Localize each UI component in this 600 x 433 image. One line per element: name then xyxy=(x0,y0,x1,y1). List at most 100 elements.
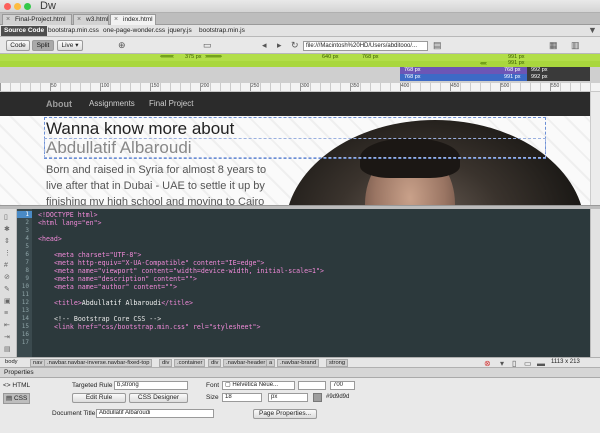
live-view-scrollbar[interactable] xyxy=(590,92,600,206)
targeted-rule-select[interactable]: b,strong xyxy=(114,381,188,390)
error-icon[interactable]: ⊗ xyxy=(484,359,491,368)
minimize-window-button[interactable] xyxy=(14,3,21,10)
ruler: 50 100 150 200 250 300 350 400 450 500 5… xyxy=(0,83,600,92)
size-unit-select[interactable]: px xyxy=(268,393,308,402)
mq-label[interactable]: 640 px xyxy=(322,54,339,61)
tag-crumb[interactable]: .navbar-header xyxy=(223,359,269,367)
live-view[interactable]: About Assignments Final Project Wanna kn… xyxy=(0,92,600,206)
tag-crumb[interactable]: strong xyxy=(326,359,349,367)
nav-link-final-project[interactable]: Final Project xyxy=(149,92,193,116)
visual-aids-icon[interactable]: ▦ xyxy=(549,41,558,50)
split-view-button[interactable]: Split xyxy=(32,40,54,51)
ruler-number: 50 xyxy=(51,83,57,89)
font-style-select[interactable] xyxy=(298,381,326,390)
close-tab-icon[interactable]: × xyxy=(6,15,10,25)
tab-final-project[interactable]: × Final-Project.html xyxy=(2,14,72,25)
line-number: 10 xyxy=(21,283,29,290)
page-subheading: Abdullatif Albaroudi xyxy=(46,138,192,157)
edit-rule-button[interactable]: Edit Rule xyxy=(72,393,126,403)
multiscreen-icon[interactable]: ▭ xyxy=(203,41,212,50)
tag-crumb[interactable]: body xyxy=(3,359,20,367)
media-query-badge[interactable]: 992 px xyxy=(527,67,590,74)
mq-label[interactable]: 768 px xyxy=(362,54,379,61)
file-management-icon[interactable]: ▥ xyxy=(571,41,580,50)
line-number: 5 xyxy=(25,243,29,250)
format-icon[interactable]: ⇤ xyxy=(4,322,10,330)
font-size-select[interactable]: 18 xyxy=(222,393,262,402)
live-view-button[interactable]: Live ▾ xyxy=(57,40,83,51)
css-mode-button[interactable]: ▤ CSS xyxy=(3,393,31,404)
tag-crumb[interactable]: .navbar.navbar-inverse.navbar-fixed-top xyxy=(44,359,153,367)
properties-panel: <> HTML ▤ CSS Targeted Rule b,strong Edi… xyxy=(0,378,600,433)
related-file[interactable]: bootstrap.min.css xyxy=(48,25,99,37)
line-number: 1 xyxy=(17,211,32,218)
code-line: <title>Abdullatif Albaroudi</title> xyxy=(54,299,193,307)
related-file[interactable]: jquery.js xyxy=(168,25,192,37)
font-weight-select[interactable]: 700 xyxy=(330,381,355,390)
tag-crumb[interactable]: .navbar-brand xyxy=(277,359,320,367)
open-documents-icon[interactable]: ▯ xyxy=(4,214,8,222)
font-label: Font xyxy=(206,382,220,389)
refresh-icon[interactable]: ↻ xyxy=(291,41,299,50)
color-swatch[interactable] xyxy=(313,393,322,402)
filter-icon[interactable]: ▼ xyxy=(588,26,597,35)
tag-crumb[interactable]: .container xyxy=(174,359,206,367)
related-file[interactable]: one-page-wonder.css xyxy=(103,25,165,37)
ruler-number: 400 xyxy=(401,83,410,89)
outdent-icon[interactable]: ⇥ xyxy=(4,334,10,342)
line-numbers-icon[interactable]: # xyxy=(4,262,8,270)
ruler-number: 200 xyxy=(201,83,210,89)
mq-label[interactable]: 375 px xyxy=(185,54,202,61)
wrap-tag-icon[interactable]: ▤ xyxy=(4,346,11,354)
media-query-badge[interactable]: 992 px xyxy=(527,74,590,81)
code-editor[interactable]: <!DOCTYPE html> <html lang="en"> <head> … xyxy=(32,209,590,357)
html-mode-button[interactable]: <> HTML xyxy=(3,381,30,390)
zoom-window-button[interactable] xyxy=(24,3,31,10)
line-number: 3 xyxy=(25,227,29,234)
code-comment: <!-- Bootstrap Core CSS --> xyxy=(54,315,162,323)
font-family-select[interactable]: ▢ Helvetica Neue... xyxy=(222,381,295,390)
back-arrow-icon[interactable]: ◂ xyxy=(262,41,267,50)
window-size[interactable]: 1113 x 213 xyxy=(551,358,580,367)
inspect-icon[interactable]: ⊕ xyxy=(118,41,126,50)
close-window-button[interactable] xyxy=(4,3,11,10)
highlight-invalid-icon[interactable]: ⊘ xyxy=(4,274,10,282)
tab-w3[interactable]: × w3.html xyxy=(73,14,109,25)
mobile-size-icon[interactable]: ▯ xyxy=(512,359,516,368)
syntax-error-icon[interactable]: ✎ xyxy=(4,286,10,294)
page-properties-button[interactable]: Page Properties... xyxy=(253,409,317,419)
nav-brand[interactable]: About xyxy=(46,92,72,116)
html-type-icon[interactable]: ▾ xyxy=(500,359,504,368)
close-tab-icon[interactable]: × xyxy=(77,15,81,25)
related-file[interactable]: bootstrap.min.js xyxy=(199,25,245,37)
tag-crumb[interactable]: a xyxy=(266,359,276,367)
close-tab-icon[interactable]: × xyxy=(114,15,118,25)
expand-icon[interactable]: ⇕ xyxy=(4,238,10,246)
line-number: 13 xyxy=(21,307,29,314)
indent-icon[interactable]: ≡ xyxy=(4,310,8,318)
tag-crumb[interactable]: div xyxy=(159,359,173,367)
nav-link-assignments[interactable]: Assignments xyxy=(89,92,135,116)
code-scrollbar[interactable] xyxy=(590,209,600,357)
mq-label[interactable]: 991 px xyxy=(508,60,525,67)
page-heading: Wanna know more about xyxy=(46,119,235,138)
collapse-tag-icon[interactable]: ✱ xyxy=(4,226,10,234)
ruler-number: 150 xyxy=(151,83,160,89)
tab-index[interactable]: × index.html xyxy=(110,14,156,25)
line-number: 15 xyxy=(21,323,29,330)
source-code-button[interactable]: Source Code xyxy=(1,26,48,36)
select-parent-icon[interactable]: ⋮ xyxy=(4,250,11,258)
color-value[interactable]: #9d9d9d xyxy=(326,393,349,402)
forward-arrow-icon[interactable]: ▸ xyxy=(277,41,282,50)
ruler-number: 350 xyxy=(351,83,360,89)
tag-crumb[interactable]: div xyxy=(208,359,222,367)
line-number: 9 xyxy=(25,275,29,282)
apply-comment-icon[interactable]: ▣ xyxy=(4,298,11,306)
code-view-button[interactable]: Code xyxy=(6,40,30,51)
document-title-field[interactable]: Abdullatif Albaroudi xyxy=(96,409,214,418)
desktop-size-icon[interactable]: ▬ xyxy=(537,359,545,368)
tablet-size-icon[interactable]: ▭ xyxy=(524,359,532,368)
browse-folder-icon[interactable]: ▤ xyxy=(433,41,442,50)
css-designer-button[interactable]: CSS Designer xyxy=(129,393,188,403)
address-field[interactable]: file:///Macintosh%20HD/Users/abditooo/..… xyxy=(303,41,428,51)
